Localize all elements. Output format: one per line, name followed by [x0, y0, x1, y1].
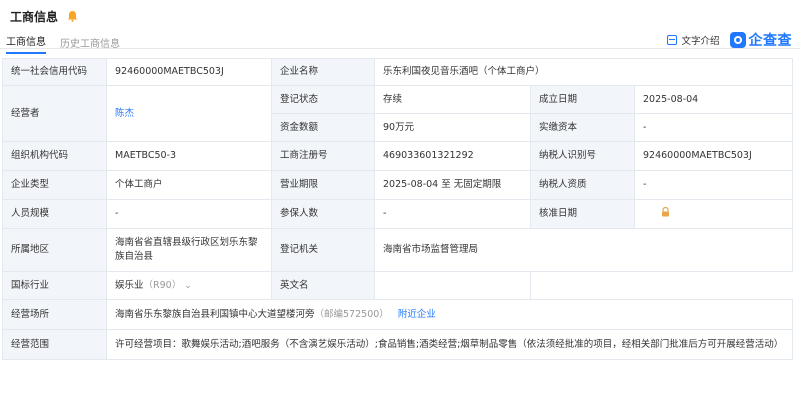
est-date-value: 2025-08-04	[633, 85, 794, 114]
industry-label: 国标行业	[2, 271, 107, 300]
org-code-label: 组织机构代码	[2, 141, 107, 171]
industry-value: 娱乐业	[115, 279, 144, 291]
bell-icon[interactable]	[66, 10, 78, 22]
capital-label: 资金数额	[271, 113, 375, 142]
english-name-label: 英文名	[271, 271, 375, 300]
operator-cell: 陈杰	[106, 85, 272, 142]
scope-value: 许可经营项目：歌舞娱乐活动;酒吧服务（不含演艺娱乐活动）;食品销售;酒类经营;烟…	[105, 329, 794, 360]
approve-date-cell	[633, 199, 794, 229]
section-header: 工商信息	[10, 8, 78, 24]
reg-no-label: 工商注册号	[271, 141, 375, 171]
postcode: （邮编572500）	[314, 308, 389, 320]
table-row: 人员规模 - 参保人数 - 核准日期	[2, 199, 794, 229]
insured-value: -	[374, 199, 531, 229]
taxpayer-id-label: 纳税人识别号	[530, 141, 635, 171]
address-value: 海南省乐东黎族自治县利国镇中心大道望楼河旁	[115, 308, 315, 320]
capital-value: 90万元	[374, 113, 531, 142]
address-label: 经营场所	[2, 299, 107, 330]
org-code-value: MAETBC50-3	[106, 141, 272, 171]
company-name-value: 乐东利国夜见音乐酒吧（个体工商户）	[373, 58, 794, 86]
lock-icon[interactable]	[661, 206, 670, 222]
divider	[0, 48, 800, 49]
insured-label: 参保人数	[271, 199, 375, 229]
text-intro-label: 文字介绍	[681, 36, 720, 47]
company-name-label: 企业名称	[271, 58, 375, 86]
industry-code: （R90）	[143, 279, 182, 291]
reg-no-value: 469033601321292	[374, 141, 531, 171]
doc-icon	[667, 35, 678, 45]
authority-label: 登记机关	[271, 228, 375, 272]
tab-bar: 工商信息 历史工商信息	[6, 33, 134, 54]
address-cell: 海南省乐东黎族自治县利国镇中心大道望楼河旁（邮编572500） 附近企业	[105, 299, 794, 330]
type-label: 企业类型	[2, 170, 107, 200]
operator-label: 经营者	[2, 85, 107, 142]
credit-code-label: 统一社会信用代码	[2, 58, 107, 86]
section-title: 工商信息	[10, 9, 59, 24]
paid-capital-label: 实缴资本	[530, 113, 635, 142]
qcc-logo-text: 企查查	[748, 33, 792, 49]
authority-value: 海南省市场监督管理局	[373, 228, 794, 272]
credit-code-value: 92460000MAETBC503J	[106, 58, 272, 86]
tab-history-business-info[interactable]: 历史工商信息	[60, 35, 120, 54]
region-label: 所属地区	[2, 228, 107, 272]
table-row: 经营范围 许可经营项目：歌舞娱乐活动;酒吧服务（不含演艺娱乐活动）;食品销售;酒…	[2, 329, 794, 360]
business-info-table: 统一社会信用代码 92460000MAETBC503J 企业名称 乐东利国夜见音…	[2, 58, 794, 360]
region-value: 海南省省直辖县级行政区划乐东黎族自治县	[106, 228, 272, 272]
taxpayer-qual-value: -	[633, 170, 794, 200]
approve-date-label: 核准日期	[530, 199, 635, 229]
table-row: 企业类型 个体工商户 营业期限 2025-08-04 至 无固定期限 纳税人资质…	[2, 170, 794, 200]
qcc-logo: 企查查	[729, 30, 793, 50]
tab-business-info[interactable]: 工商信息	[6, 33, 46, 54]
taxpayer-id-value: 92460000MAETBC503J	[633, 141, 794, 171]
table-row: 组织机构代码 MAETBC50-3 工商注册号 469033601321292 …	[2, 141, 794, 171]
chevron-down-icon[interactable]: ⌄	[184, 279, 192, 293]
english-name-value	[374, 271, 531, 300]
staff-label: 人员规模	[2, 199, 107, 229]
industry-cell[interactable]: 娱乐业（R90） ⌄	[106, 271, 272, 300]
text-intro-button[interactable]: 文字介绍	[667, 33, 720, 47]
qcc-logo-icon	[729, 32, 746, 48]
table-row: 经营场所 海南省乐东黎族自治县利国镇中心大道望楼河旁（邮编572500） 附近企…	[2, 299, 794, 330]
reg-status-value: 存续	[374, 85, 531, 114]
table-row: 国标行业 娱乐业（R90） ⌄ 英文名	[2, 271, 793, 300]
nearby-companies-link[interactable]: 附近企业	[398, 309, 436, 320]
taxpayer-qual-label: 纳税人资质	[530, 170, 635, 200]
est-date-label: 成立日期	[530, 85, 635, 114]
table-row: 经营者 陈杰 登记状态 存续 成立日期 2025-08-04	[2, 85, 794, 142]
reg-status-label: 登记状态	[271, 85, 375, 114]
toolbar: 文字介绍 企查查	[667, 30, 792, 50]
paid-capital-value: -	[633, 113, 794, 142]
term-value: 2025-08-04 至 无固定期限	[374, 170, 531, 200]
staff-value: -	[106, 199, 272, 229]
empty-cell	[531, 272, 793, 300]
type-value: 个体工商户	[106, 170, 272, 200]
scope-label: 经营范围	[2, 329, 107, 360]
table-row: 统一社会信用代码 92460000MAETBC503J 企业名称 乐东利国夜见音…	[2, 58, 794, 86]
table-row: 所属地区 海南省省直辖县级行政区划乐东黎族自治县 登记机关 海南省市场监督管理局	[2, 228, 794, 272]
term-label: 营业期限	[271, 170, 375, 200]
operator-link[interactable]: 陈杰	[115, 108, 134, 119]
